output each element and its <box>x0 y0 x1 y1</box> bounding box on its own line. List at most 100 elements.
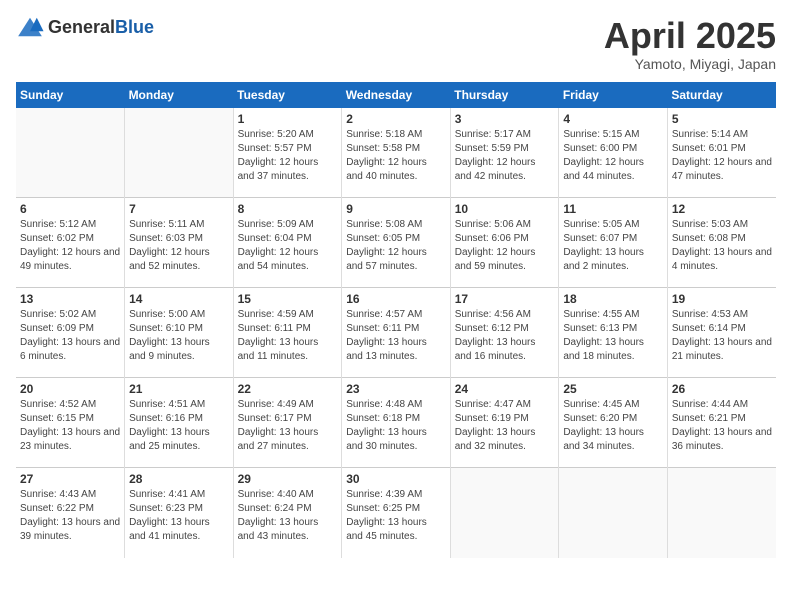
calendar-cell: 19 Sunrise: 4:53 AM Sunset: 6:14 PM Dayli… <box>667 288 776 378</box>
calendar-cell <box>125 108 234 198</box>
day-number: 25 <box>563 382 663 396</box>
day-number: 8 <box>238 202 338 216</box>
calendar-table: SundayMondayTuesdayWednesdayThursdayFrid… <box>16 82 776 558</box>
calendar-cell: 10 Sunrise: 5:06 AM Sunset: 6:06 PM Dayli… <box>450 198 559 288</box>
day-number: 13 <box>20 292 120 306</box>
calendar-cell: 21 Sunrise: 4:51 AM Sunset: 6:16 PM Dayli… <box>125 378 234 468</box>
calendar-cell: 26 Sunrise: 4:44 AM Sunset: 6:21 PM Dayli… <box>667 378 776 468</box>
day-info: Sunrise: 5:12 AM Sunset: 6:02 PM Dayligh… <box>20 218 120 274</box>
day-info: Sunrise: 5:03 AM Sunset: 6:08 PM Dayligh… <box>672 218 772 274</box>
header: GeneralBlue April 2025 Yamoto, Miyagi, J… <box>16 16 776 72</box>
day-number: 12 <box>672 202 772 216</box>
day-info: Sunrise: 5:02 AM Sunset: 6:09 PM Dayligh… <box>20 308 120 364</box>
day-info: Sunrise: 5:11 AM Sunset: 6:03 PM Dayligh… <box>129 218 229 274</box>
calendar-cell: 1 Sunrise: 5:20 AM Sunset: 5:57 PM Daylig… <box>233 108 342 198</box>
calendar-cell: 16 Sunrise: 4:57 AM Sunset: 6:11 PM Dayli… <box>342 288 451 378</box>
day-number: 21 <box>129 382 229 396</box>
calendar-cell: 25 Sunrise: 4:45 AM Sunset: 6:20 PM Dayli… <box>559 378 668 468</box>
day-info: Sunrise: 5:20 AM Sunset: 5:57 PM Dayligh… <box>238 128 338 184</box>
day-info: Sunrise: 4:57 AM Sunset: 6:11 PM Dayligh… <box>346 308 446 364</box>
day-info: Sunrise: 4:39 AM Sunset: 6:25 PM Dayligh… <box>346 488 446 544</box>
day-info: Sunrise: 5:17 AM Sunset: 5:59 PM Dayligh… <box>455 128 555 184</box>
day-info: Sunrise: 4:52 AM Sunset: 6:15 PM Dayligh… <box>20 398 120 454</box>
day-number: 7 <box>129 202 229 216</box>
day-info: Sunrise: 5:14 AM Sunset: 6:01 PM Dayligh… <box>672 128 772 184</box>
calendar-cell: 30 Sunrise: 4:39 AM Sunset: 6:25 PM Dayli… <box>342 468 451 558</box>
calendar-week-row: 20 Sunrise: 4:52 AM Sunset: 6:15 PM Dayli… <box>16 378 776 468</box>
day-of-week-header: Thursday <box>450 82 559 108</box>
calendar-week-row: 1 Sunrise: 5:20 AM Sunset: 5:57 PM Daylig… <box>16 108 776 198</box>
day-number: 22 <box>238 382 338 396</box>
day-number: 17 <box>455 292 555 306</box>
day-info: Sunrise: 5:15 AM Sunset: 6:00 PM Dayligh… <box>563 128 663 184</box>
calendar-cell <box>559 468 668 558</box>
calendar-cell: 2 Sunrise: 5:18 AM Sunset: 5:58 PM Daylig… <box>342 108 451 198</box>
day-number: 20 <box>20 382 120 396</box>
day-info: Sunrise: 5:08 AM Sunset: 6:05 PM Dayligh… <box>346 218 446 274</box>
day-of-week-header: Wednesday <box>342 82 451 108</box>
day-info: Sunrise: 4:55 AM Sunset: 6:13 PM Dayligh… <box>563 308 663 364</box>
day-number: 24 <box>455 382 555 396</box>
calendar-cell: 6 Sunrise: 5:12 AM Sunset: 6:02 PM Daylig… <box>16 198 125 288</box>
location-subtitle: Yamoto, Miyagi, Japan <box>604 56 776 72</box>
day-info: Sunrise: 4:45 AM Sunset: 6:20 PM Dayligh… <box>563 398 663 454</box>
day-info: Sunrise: 5:06 AM Sunset: 6:06 PM Dayligh… <box>455 218 555 274</box>
day-number: 16 <box>346 292 446 306</box>
calendar-cell: 27Sunrise: 4:43 AM Sunset: 6:22 PM Dayli… <box>16 468 125 558</box>
calendar-cell: 3Sunrise: 5:17 AM Sunset: 5:59 PM Daylig… <box>450 108 559 198</box>
day-info: Sunrise: 4:49 AM Sunset: 6:17 PM Dayligh… <box>238 398 338 454</box>
day-info: Sunrise: 5:00 AM Sunset: 6:10 PM Dayligh… <box>129 308 229 364</box>
calendar-cell: 22 Sunrise: 4:49 AM Sunset: 6:17 PM Dayli… <box>233 378 342 468</box>
calendar-cell: 12 Sunrise: 5:03 AM Sunset: 6:08 PM Dayli… <box>667 198 776 288</box>
calendar-week-row: 27Sunrise: 4:43 AM Sunset: 6:22 PM Dayli… <box>16 468 776 558</box>
day-number: 11 <box>563 202 663 216</box>
day-number: 6 <box>20 202 120 216</box>
day-info: Sunrise: 5:05 AM Sunset: 6:07 PM Dayligh… <box>563 218 663 274</box>
day-number: 27 <box>20 472 120 486</box>
calendar-cell <box>667 468 776 558</box>
calendar-cell: 17Sunrise: 4:56 AM Sunset: 6:12 PM Dayli… <box>450 288 559 378</box>
calendar-cell: 9 Sunrise: 5:08 AM Sunset: 6:05 PM Daylig… <box>342 198 451 288</box>
day-number: 10 <box>455 202 555 216</box>
day-info: Sunrise: 4:51 AM Sunset: 6:16 PM Dayligh… <box>129 398 229 454</box>
day-info: Sunrise: 4:44 AM Sunset: 6:21 PM Dayligh… <box>672 398 772 454</box>
calendar-cell: 5 Sunrise: 5:14 AM Sunset: 6:01 PM Daylig… <box>667 108 776 198</box>
day-info: Sunrise: 5:18 AM Sunset: 5:58 PM Dayligh… <box>346 128 446 184</box>
day-of-week-header: Friday <box>559 82 668 108</box>
calendar-cell: 14 Sunrise: 5:00 AM Sunset: 6:10 PM Dayli… <box>125 288 234 378</box>
calendar-cell: 4 Sunrise: 5:15 AM Sunset: 6:00 PM Daylig… <box>559 108 668 198</box>
day-info: Sunrise: 4:59 AM Sunset: 6:11 PM Dayligh… <box>238 308 338 364</box>
calendar-cell <box>16 108 125 198</box>
calendar-header-row: SundayMondayTuesdayWednesdayThursdayFrid… <box>16 82 776 108</box>
day-info: Sunrise: 4:41 AM Sunset: 6:23 PM Dayligh… <box>129 488 229 544</box>
day-of-week-header: Monday <box>125 82 234 108</box>
logo-text-general: General <box>48 17 115 37</box>
calendar-cell: 11 Sunrise: 5:05 AM Sunset: 6:07 PM Dayli… <box>559 198 668 288</box>
day-info: Sunrise: 4:53 AM Sunset: 6:14 PM Dayligh… <box>672 308 772 364</box>
day-info: Sunrise: 5:09 AM Sunset: 6:04 PM Dayligh… <box>238 218 338 274</box>
day-number: 2 <box>346 112 446 126</box>
day-number: 18 <box>563 292 663 306</box>
day-number: 30 <box>346 472 446 486</box>
day-number: 19 <box>672 292 772 306</box>
logo-icon <box>16 16 44 38</box>
day-number: 23 <box>346 382 446 396</box>
day-number: 28 <box>129 472 229 486</box>
day-number: 1 <box>238 112 338 126</box>
day-number: 5 <box>672 112 772 126</box>
calendar-cell <box>450 468 559 558</box>
calendar-cell: 23 Sunrise: 4:48 AM Sunset: 6:18 PM Dayli… <box>342 378 451 468</box>
day-number: 9 <box>346 202 446 216</box>
day-info: Sunrise: 4:40 AM Sunset: 6:24 PM Dayligh… <box>238 488 338 544</box>
calendar-cell: 13 Sunrise: 5:02 AM Sunset: 6:09 PM Dayli… <box>16 288 125 378</box>
day-of-week-header: Saturday <box>667 82 776 108</box>
day-number: 4 <box>563 112 663 126</box>
month-title: April 2025 <box>604 16 776 56</box>
calendar-cell: 28 Sunrise: 4:41 AM Sunset: 6:23 PM Dayli… <box>125 468 234 558</box>
day-of-week-header: Sunday <box>16 82 125 108</box>
calendar-cell: 24Sunrise: 4:47 AM Sunset: 6:19 PM Dayli… <box>450 378 559 468</box>
day-number: 14 <box>129 292 229 306</box>
calendar-week-row: 6 Sunrise: 5:12 AM Sunset: 6:02 PM Daylig… <box>16 198 776 288</box>
day-info: Sunrise: 4:48 AM Sunset: 6:18 PM Dayligh… <box>346 398 446 454</box>
day-number: 26 <box>672 382 772 396</box>
